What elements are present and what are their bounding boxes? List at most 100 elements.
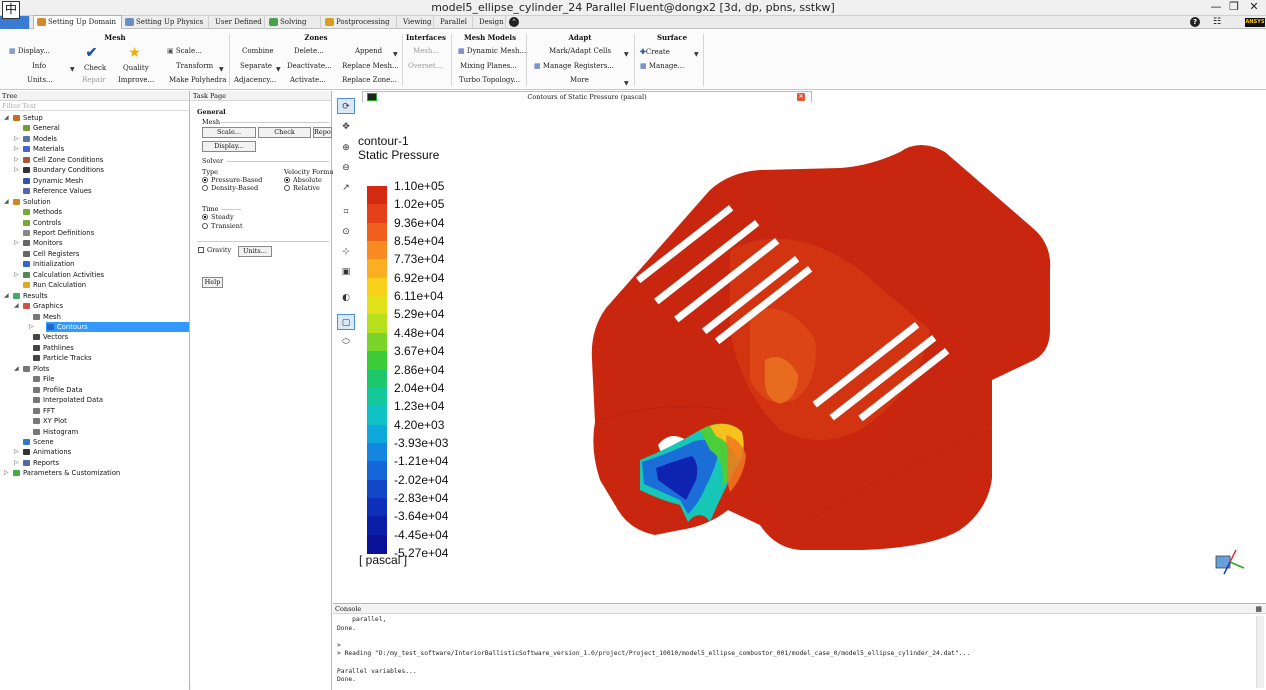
tree-item-interpolated-data[interactable]: Interpolated Data: [0, 395, 189, 405]
tree-item-graphics[interactable]: ◢ Graphics: [0, 301, 189, 311]
tree-item-animations[interactable]: ▷ Animations: [0, 447, 189, 457]
relative-radio[interactable]: Relative: [284, 184, 320, 192]
ortho-icon[interactable]: ⬭: [337, 334, 355, 350]
expand-icon[interactable]: ▷: [29, 322, 35, 332]
tree-item-fft[interactable]: FFT: [0, 406, 189, 416]
mixing-planes-button[interactable]: Mixing Planes...: [460, 62, 517, 70]
transform-dropdown-icon[interactable]: ▼: [219, 66, 224, 73]
replace-zone-button[interactable]: Replace Zone...: [342, 76, 397, 84]
transient-radio[interactable]: Transient: [202, 222, 243, 230]
transform-button[interactable]: Transform: [176, 62, 213, 70]
tab-design[interactable]: Design: [474, 16, 506, 29]
collapse-icon[interactable]: ◢: [4, 197, 10, 207]
expand-icon[interactable]: ▷: [14, 144, 20, 154]
tree-item-profile-data[interactable]: Profile Data: [0, 385, 189, 395]
view-icon[interactable]: ▢: [337, 314, 355, 330]
expand-icon[interactable]: ▷: [14, 165, 20, 175]
expand-icon[interactable]: ▷: [4, 468, 10, 478]
tree-item-contours[interactable]: ▷ Contours: [29, 322, 189, 332]
expand-icon[interactable]: ▷: [14, 134, 20, 144]
axes-icon[interactable]: ⊹: [337, 244, 355, 260]
turbo-topology-button[interactable]: Turbo Topology...: [459, 76, 520, 84]
graphics-tab[interactable]: Contours of Static Pressure (pascal) ✕: [362, 91, 812, 102]
tab-solving[interactable]: Solving: [266, 16, 321, 29]
tree-item-particle-tracks[interactable]: Particle Tracks: [0, 353, 189, 363]
tree-item-initialization[interactable]: Initialization: [0, 259, 189, 269]
help-button[interactable]: Help: [202, 277, 223, 288]
mark-adapt-cells-button[interactable]: Mark/Adapt Cells: [549, 47, 611, 55]
replace-mesh-button[interactable]: Replace Mesh...: [342, 62, 399, 70]
tree-item-report-definitions[interactable]: Report Definitions: [0, 228, 189, 238]
tree-item-pathlines[interactable]: Pathlines: [0, 343, 189, 353]
tree-item-monitors[interactable]: ▷ Monitors: [0, 238, 189, 248]
tree-item-solution[interactable]: ◢ Solution: [0, 197, 189, 207]
tab-user-defined[interactable]: User Defined: [210, 16, 265, 29]
make-polyhedra-button[interactable]: Make Polyhedra: [169, 76, 226, 84]
app-menu-icon[interactable]: 中: [2, 1, 20, 19]
tab-viewing[interactable]: Viewing: [398, 16, 434, 29]
combine-button[interactable]: Combine: [242, 47, 274, 55]
collapse-icon[interactable]: ◢: [14, 301, 20, 311]
collapse-icon[interactable]: ◢: [4, 291, 10, 301]
improve-button[interactable]: Improve...: [118, 76, 154, 84]
tree-item-mesh[interactable]: Mesh: [0, 312, 189, 322]
separate-button[interactable]: Separate: [240, 62, 272, 70]
tree-item-materials[interactable]: ▷ Materials: [0, 144, 189, 154]
units-task-button[interactable]: Units...: [238, 246, 272, 257]
zoom-out-icon[interactable]: ⊖: [337, 160, 355, 176]
console-panel[interactable]: Console ▦ parallel, Done. > > Reading "D:/…: [333, 603, 1266, 690]
zoom-box-icon[interactable]: ⌗: [337, 204, 355, 220]
tree-item-reference-values[interactable]: Reference Values: [0, 186, 189, 196]
check-task-button[interactable]: Check: [258, 127, 311, 138]
tree-filter-input[interactable]: Filter Text: [0, 101, 189, 111]
adapt-more-button[interactable]: More: [570, 76, 589, 84]
absolute-radio[interactable]: Absolute: [284, 176, 322, 184]
layout-icon[interactable]: ☷: [1213, 17, 1221, 27]
tree-item-histogram[interactable]: Histogram: [0, 427, 189, 437]
tree-item-reports[interactable]: ▷ Reports: [0, 458, 189, 468]
scale-button[interactable]: ▣ Scale...: [167, 47, 202, 55]
pan-icon[interactable]: ✥: [337, 119, 355, 135]
tree-item-dynamic-mesh[interactable]: Dynamic Mesh: [0, 176, 189, 186]
append-dropdown-icon[interactable]: ▼: [393, 51, 398, 58]
more-dropdown-icon[interactable]: ▼: [624, 80, 629, 87]
density-based-radio[interactable]: Density-Based: [202, 184, 258, 192]
tree-item-file[interactable]: File: [0, 374, 189, 384]
tree-item-scene[interactable]: Scene: [0, 437, 189, 447]
tab-parallel[interactable]: Parallel: [435, 16, 473, 29]
mesh-display-button[interactable]: ▦ Display...: [9, 47, 50, 55]
check-button[interactable]: Check: [84, 64, 106, 72]
tree-item-calculation-activities[interactable]: ▷ Calculation Activities: [0, 270, 189, 280]
tree-item-models[interactable]: ▷ Models: [0, 134, 189, 144]
tree-item-plots[interactable]: ◢ Plots: [0, 364, 189, 374]
pressure-based-radio[interactable]: Pressure-Based: [202, 176, 262, 184]
expand-icon[interactable]: ▷: [14, 458, 20, 468]
snapshot-icon[interactable]: ▣: [337, 264, 355, 280]
collapse-icon[interactable]: ◢: [14, 364, 20, 374]
tab-setting-up-domain[interactable]: Setting Up Domain: [33, 15, 122, 29]
tree-item-vectors[interactable]: Vectors: [0, 332, 189, 342]
overset-button[interactable]: Overset...: [408, 62, 442, 70]
collapse-icon[interactable]: ◢: [4, 113, 10, 123]
zoom-fit-icon[interactable]: ⊙: [337, 224, 355, 240]
mesh-info-button[interactable]: Info: [32, 62, 46, 70]
steady-radio[interactable]: Steady: [202, 213, 234, 221]
append-button[interactable]: Append: [355, 47, 382, 55]
tree-item-setup[interactable]: ◢ Setup: [0, 113, 189, 123]
tree-item-general[interactable]: General: [0, 123, 189, 133]
manage-registers-button[interactable]: ▦ Manage Registers...: [534, 62, 614, 70]
activate-button[interactable]: Activate...: [290, 76, 326, 84]
gravity-checkbox[interactable]: Gravity: [198, 246, 231, 254]
expand-icon[interactable]: ▷: [14, 238, 20, 248]
dynamic-mesh-button[interactable]: ▦ Dynamic Mesh...: [458, 47, 526, 55]
tree-item-parameters-customization[interactable]: ▷ Parameters & Customization: [0, 468, 189, 478]
info-dropdown-icon[interactable]: ▼: [70, 66, 75, 73]
tree-item-run-calculation[interactable]: Run Calculation: [0, 280, 189, 290]
help-icon[interactable]: ?: [1190, 17, 1200, 27]
tab-postprocessing[interactable]: Postprocessing: [322, 16, 397, 29]
delete-button[interactable]: Delete...: [294, 47, 324, 55]
close-window-button[interactable]: ✕: [1244, 0, 1264, 14]
restore-button[interactable]: ❐: [1224, 0, 1244, 14]
display-task-button[interactable]: Display...: [202, 141, 256, 152]
tree-item-controls[interactable]: Controls: [0, 218, 189, 228]
